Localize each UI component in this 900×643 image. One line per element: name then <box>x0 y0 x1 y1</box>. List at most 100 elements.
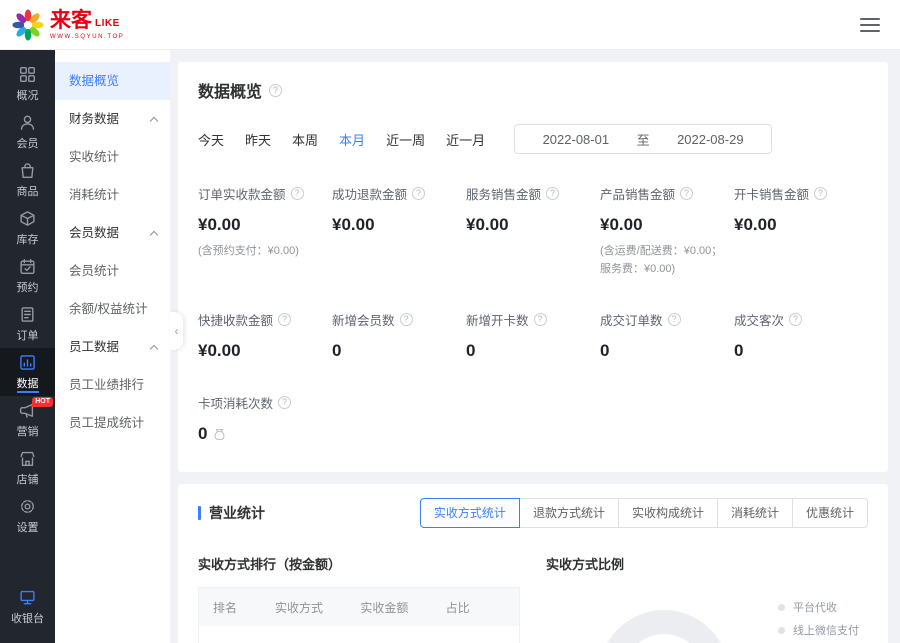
panel-title: 实收方式排行（按金额） <box>198 554 520 573</box>
submenu-item-staff-commission[interactable]: 员工提成统计 <box>55 404 170 442</box>
sidebar-item-shop[interactable]: 店铺 <box>0 444 55 492</box>
legend-dot <box>778 627 785 634</box>
tab-income-method[interactable]: 实收方式统计 <box>420 498 520 528</box>
panel-title: 实收方式比例 <box>546 554 868 573</box>
help-icon[interactable] <box>789 313 802 326</box>
help-icon[interactable] <box>291 187 304 200</box>
submenu-item-balance-stats[interactable]: 余额/权益统计 <box>55 290 170 328</box>
submenu-group-member-data[interactable]: 会员数据 <box>55 214 170 252</box>
help-icon[interactable] <box>269 84 282 97</box>
donut-chart: 总金额 ¥0.00 <box>584 595 744 643</box>
sidebar-item-members[interactable]: 会员 <box>0 108 55 156</box>
help-icon[interactable] <box>278 396 291 409</box>
section-title: 营业统计 <box>198 503 265 523</box>
stat-card-consume-count: 卡项消耗次数 0 <box>198 393 332 444</box>
topbar: 来客 LIKE WWW.SQYUN.TOP <box>0 0 900 50</box>
stat-quick-collect: 快捷收款金额 ¥0.00 <box>198 310 332 361</box>
stats-grid: 订单实收款金额 ¥0.00 (含预约支付：¥0.00) 成功退款金额 ¥0.00… <box>198 184 868 444</box>
logo-brand: 来客 <box>50 10 92 31</box>
submenu-group-finance[interactable]: 财务数据 <box>55 100 170 138</box>
date-from[interactable]: 2022-08-01 <box>543 132 610 147</box>
stat-service-sales: 服务销售金额 ¥0.00 <box>466 184 600 278</box>
stat-card-sales: 开卡销售金额 ¥0.00 <box>734 184 868 278</box>
sidebar-item-marketing[interactable]: HOT 营销 <box>0 396 55 444</box>
help-icon[interactable] <box>814 187 827 200</box>
business-tabs: 实收方式统计 退款方式统计 实收构成统计 消耗统计 优惠统计 <box>420 498 868 528</box>
help-icon[interactable] <box>412 187 425 200</box>
submenu-item-member-stats[interactable]: 会员统计 <box>55 252 170 290</box>
help-icon[interactable] <box>546 187 559 200</box>
logo[interactable]: 来客 LIKE WWW.SQYUN.TOP <box>10 7 124 43</box>
submenu-item-consume-stats[interactable]: 消耗统计 <box>55 176 170 214</box>
income-ranking-panel: 实收方式排行（按金额） 排名 实收方式 实收金额 占比 <box>198 554 520 643</box>
sidebar-item-orders[interactable]: 订单 <box>0 300 55 348</box>
legend-item[interactable]: 平台代收 <box>778 599 868 615</box>
column-header-rank: 排名 <box>213 599 275 616</box>
bar-chart-icon <box>19 354 36 371</box>
tab-consume-stats[interactable]: 消耗统计 <box>717 498 793 528</box>
sidebar-item-overview[interactable]: 概况 <box>0 60 55 108</box>
help-icon[interactable] <box>668 313 681 326</box>
help-icon[interactable] <box>278 313 291 326</box>
empty-state: 暂无数据 <box>199 626 519 643</box>
secondary-sidebar: 数据概览 财务数据 实收统计 消耗统计 会员数据 会员统计 余额/权益统计 员工… <box>55 50 170 643</box>
page-title: 数据概览 <box>198 78 868 102</box>
date-tab-today[interactable]: 今天 <box>198 130 224 149</box>
stat-new-members: 新增会员数 0 <box>332 310 466 361</box>
chevron-up-icon <box>150 345 158 353</box>
sidebar-item-inventory[interactable]: 库存 <box>0 204 55 252</box>
help-icon[interactable] <box>534 313 547 326</box>
storefront-icon <box>19 450 36 467</box>
legend-dot <box>778 604 785 611</box>
business-stats-card: 营业统计 实收方式统计 退款方式统计 实收构成统计 消耗统计 优惠统计 实收方式… <box>178 484 888 643</box>
date-range-picker[interactable]: 2022-08-01 至 2022-08-29 <box>514 124 772 154</box>
menu-icon[interactable] <box>860 16 880 34</box>
submenu-group-staff-data[interactable]: 员工数据 <box>55 328 170 366</box>
tab-discount-stats[interactable]: 优惠统计 <box>792 498 868 528</box>
member-icon <box>19 114 36 131</box>
column-header-amount: 实收金额 <box>360 599 445 616</box>
sidebar-collapse-handle[interactable] <box>170 312 183 350</box>
cube-icon <box>19 210 36 227</box>
stat-new-cards: 新增开卡数 0 <box>466 310 600 361</box>
sidebar-item-booking[interactable]: 预约 <box>0 252 55 300</box>
submenu-item-staff-ranking[interactable]: 员工业绩排行 <box>55 366 170 404</box>
chevron-up-icon <box>150 231 158 239</box>
stat-deal-orders: 成交订单数 0 <box>600 310 734 361</box>
chevron-up-icon <box>150 117 158 125</box>
submenu-item-data-overview[interactable]: 数据概览 <box>55 62 170 100</box>
help-icon[interactable] <box>680 187 693 200</box>
logo-url: WWW.SQYUN.TOP <box>50 34 124 40</box>
money-bag-icon <box>213 428 226 441</box>
tab-income-composition[interactable]: 实收构成统计 <box>618 498 718 528</box>
chart-legend: 平台代收 线上微信支付 现金 其他 微信（记账） 支付宝（记账） POS机（记账… <box>778 599 868 643</box>
sidebar-item-settings[interactable]: 设置 <box>0 492 55 540</box>
logo-pinwheel-icon <box>10 7 46 43</box>
stat-deal-customers: 成交客次 0 <box>734 310 868 361</box>
data-overview-card: 数据概览 今天 昨天 本周 本月 近一周 近一月 2022-08-01 至 20… <box>178 62 888 472</box>
main-content: 数据概览 今天 昨天 本周 本月 近一周 近一月 2022-08-01 至 20… <box>170 50 900 643</box>
legend-item[interactable]: 线上微信支付 <box>778 622 868 638</box>
order-list-icon <box>19 306 36 323</box>
tab-refund-method[interactable]: 退款方式统计 <box>519 498 619 528</box>
grid-icon <box>19 66 36 83</box>
income-proportion-panel: 实收方式比例 总金额 ¥0.00 平台代收 <box>546 554 868 643</box>
calendar-check-icon <box>19 258 36 275</box>
submenu-item-income-stats[interactable]: 实收统计 <box>55 138 170 176</box>
date-tab-this-month[interactable]: 本月 <box>339 130 365 149</box>
ranking-table: 排名 实收方式 实收金额 占比 <box>198 587 520 643</box>
date-separator: 至 <box>637 130 650 149</box>
stat-order-income: 订单实收款金额 ¥0.00 (含预约支付：¥0.00) <box>198 184 332 278</box>
stat-refund: 成功退款金额 ¥0.00 <box>332 184 466 278</box>
date-tab-yesterday[interactable]: 昨天 <box>245 130 271 149</box>
date-to[interactable]: 2022-08-29 <box>677 132 744 147</box>
hot-badge: HOT <box>32 397 53 407</box>
sidebar-item-goods[interactable]: 商品 <box>0 156 55 204</box>
date-tab-last-week[interactable]: 近一周 <box>386 130 425 149</box>
sidebar-item-cashier[interactable]: 收银台 <box>0 583 55 631</box>
date-tab-last-month[interactable]: 近一月 <box>446 130 485 149</box>
stat-product-sales: 产品销售金额 ¥0.00 (含运费/配送费：¥0.00；服务费：¥0.00) <box>600 184 734 278</box>
date-tab-this-week[interactable]: 本周 <box>292 130 318 149</box>
sidebar-item-data[interactable]: 数据 <box>0 348 55 396</box>
help-icon[interactable] <box>400 313 413 326</box>
